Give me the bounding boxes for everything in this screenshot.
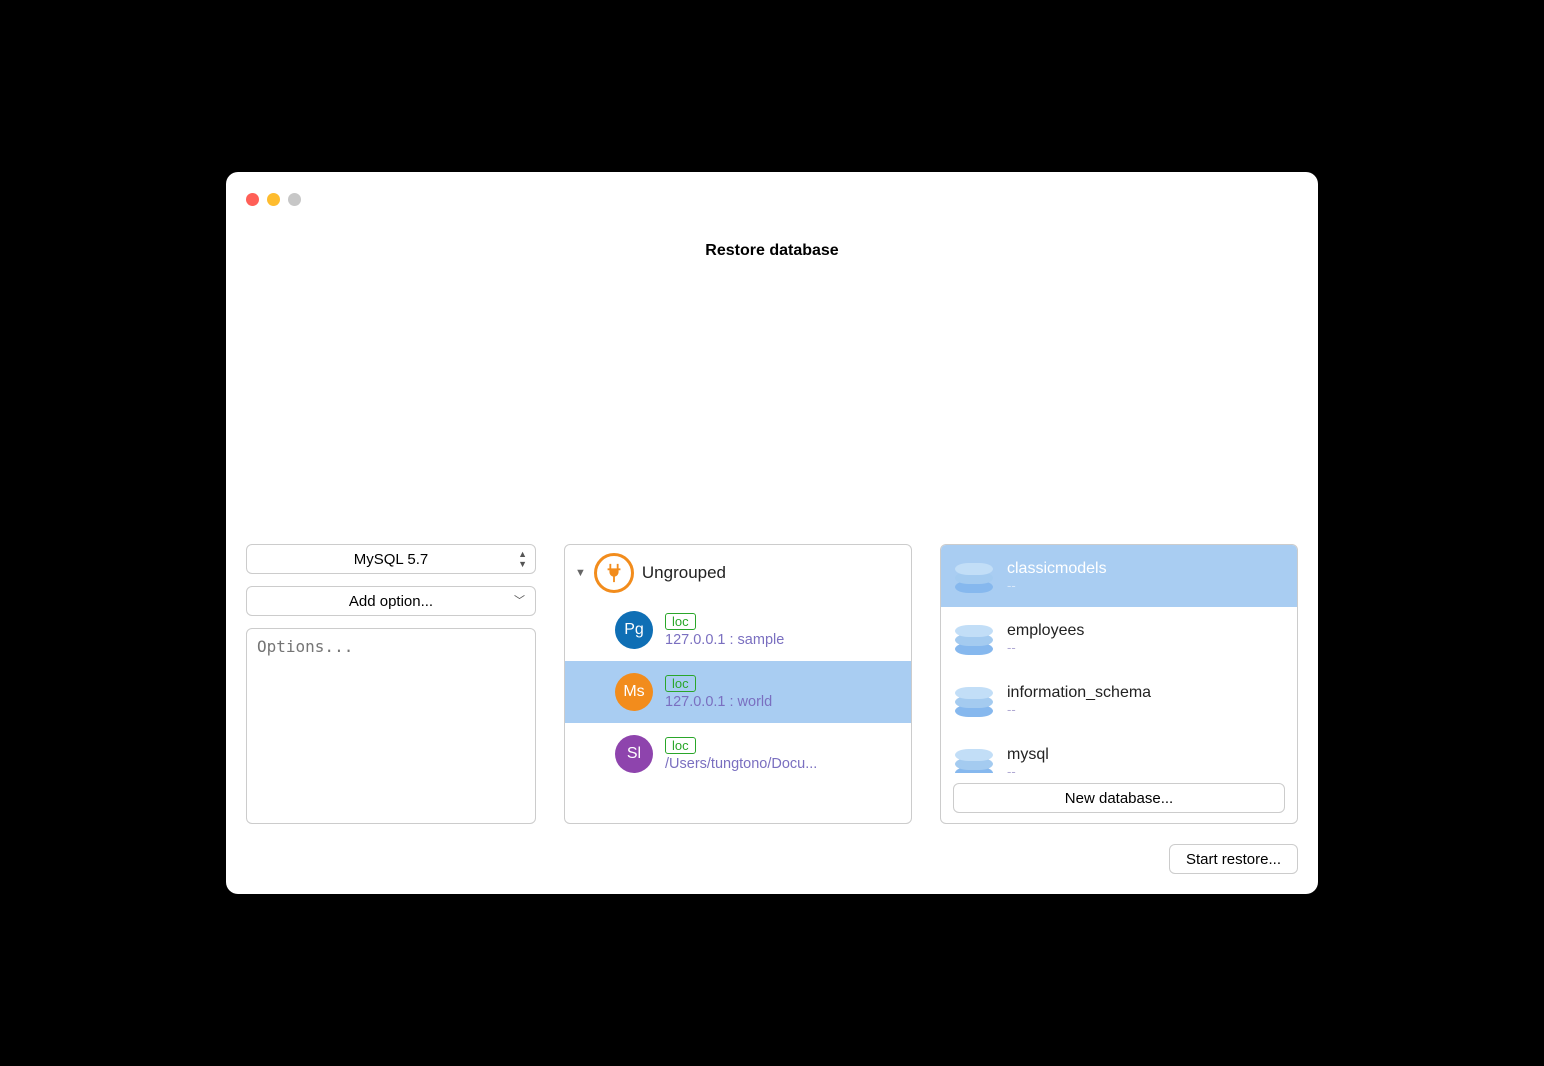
- database-body: mysql--: [1007, 746, 1049, 774]
- chevron-down-icon: ﹀: [514, 596, 525, 607]
- plug-icon: [594, 553, 634, 593]
- zoom-icon: [288, 193, 301, 206]
- database-body: employees--: [1007, 622, 1084, 655]
- database-name: classicmodels: [1007, 560, 1107, 578]
- location-badge: loc: [665, 737, 696, 754]
- connection-path: 127.0.0.1 : sample: [665, 632, 784, 648]
- minimize-icon[interactable]: [267, 193, 280, 206]
- database-item[interactable]: mysql--: [941, 731, 1297, 773]
- database-name: mysql: [1007, 746, 1049, 764]
- page-title: Restore database: [246, 242, 1298, 522]
- content: MySQL 5.7 ▲▼ Add option... ﹀ ▼ Ungrouped…: [246, 544, 1298, 824]
- titlebar: [246, 188, 1298, 210]
- connections-panel: ▼ Ungrouped Pgloc127.0.0.1 : sampleMsloc…: [564, 544, 912, 824]
- location-badge: loc: [665, 675, 696, 692]
- mysql-version-value: MySQL 5.7: [354, 551, 428, 568]
- database-body: information_schema--: [1007, 684, 1151, 717]
- location-badge: loc: [665, 613, 696, 630]
- connection-path: /Users/tungtono/Docu...: [665, 756, 817, 772]
- start-restore-button[interactable]: Start restore...: [1169, 844, 1298, 874]
- database-icon: [955, 745, 993, 773]
- connection-body: loc/Users/tungtono/Docu...: [665, 737, 817, 772]
- connection-item[interactable]: Slloc/Users/tungtono/Docu...: [565, 723, 911, 785]
- connection-path: 127.0.0.1 : world: [665, 694, 772, 710]
- footer: Start restore...: [246, 844, 1298, 874]
- left-column: MySQL 5.7 ▲▼ Add option... ﹀: [246, 544, 536, 824]
- database-meta: --: [1007, 578, 1107, 593]
- database-name: employees: [1007, 622, 1084, 640]
- database-item[interactable]: information_schema--: [941, 669, 1297, 731]
- stepper-icon: ▲▼: [518, 550, 527, 569]
- connection-body: loc 127.0.0.1 : sample: [665, 613, 784, 648]
- group-label: Ungrouped: [642, 563, 726, 583]
- connection-avatar: Ms: [615, 673, 653, 711]
- databases-panel: classicmodels--employees--information_sc…: [940, 544, 1298, 824]
- options-textarea[interactable]: [246, 628, 536, 824]
- close-icon[interactable]: [246, 193, 259, 206]
- mysql-version-select[interactable]: MySQL 5.7 ▲▼: [246, 544, 536, 574]
- database-meta: --: [1007, 702, 1151, 717]
- database-list: classicmodels--employees--information_sc…: [941, 545, 1297, 773]
- new-database-button[interactable]: New database...: [953, 783, 1285, 813]
- database-icon: [955, 683, 993, 717]
- connection-list: Pgloc127.0.0.1 : sampleMsloc127.0.0.1 : …: [565, 599, 911, 785]
- add-option-select[interactable]: Add option... ﹀: [246, 586, 536, 616]
- database-name: information_schema: [1007, 684, 1151, 702]
- group-header[interactable]: ▼ Ungrouped: [565, 545, 911, 599]
- database-item[interactable]: employees--: [941, 607, 1297, 669]
- connection-item[interactable]: Pgloc 127.0.0.1 : sample: [565, 599, 911, 661]
- restore-database-window: Restore database MySQL 5.7 ▲▼ Add option…: [226, 172, 1318, 894]
- database-meta: --: [1007, 640, 1084, 655]
- connection-item[interactable]: Msloc 127.0.0.1 : world: [565, 661, 911, 723]
- database-item[interactable]: classicmodels--: [941, 545, 1297, 607]
- new-database-label: New database...: [1065, 790, 1173, 807]
- add-option-label: Add option...: [349, 593, 433, 610]
- databases-footer: New database...: [941, 773, 1297, 823]
- connection-avatar: Sl: [615, 735, 653, 773]
- database-meta: --: [1007, 764, 1049, 774]
- database-icon: [955, 559, 993, 593]
- start-restore-label: Start restore...: [1186, 851, 1281, 868]
- connection-body: loc 127.0.0.1 : world: [665, 675, 772, 710]
- database-body: classicmodels--: [1007, 560, 1107, 593]
- connection-avatar: Pg: [615, 611, 653, 649]
- disclosure-triangle-icon[interactable]: ▼: [575, 567, 586, 579]
- window-controls: [246, 193, 301, 206]
- database-icon: [955, 621, 993, 655]
